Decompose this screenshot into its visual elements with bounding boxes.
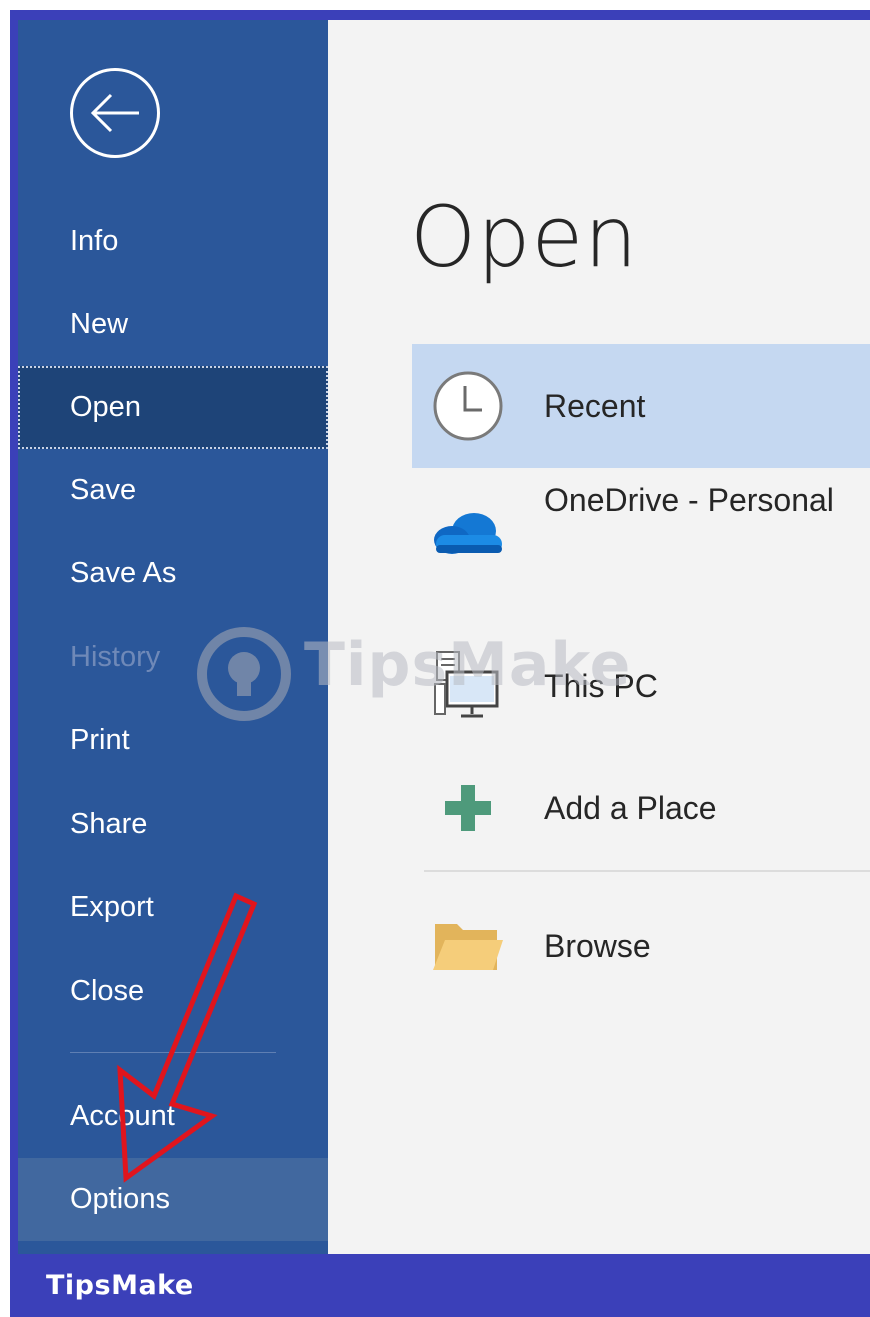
sidebar-item-export[interactable]: Export bbox=[18, 866, 328, 949]
folder-icon bbox=[428, 906, 508, 986]
sidebar-item-label: History bbox=[70, 641, 161, 673]
location-label: This PC bbox=[544, 667, 658, 704]
page-title: Open bbox=[410, 188, 639, 286]
location-label: Recent bbox=[544, 387, 646, 424]
backstage-view: Info New Open Save Save As History Print… bbox=[18, 20, 870, 1254]
plus-icon bbox=[428, 768, 508, 848]
open-pane: Open Recent OneDrive - Personal This PC … bbox=[328, 20, 870, 1254]
sidebar-item-label: Print bbox=[70, 724, 130, 756]
brand-name: TipsMake bbox=[46, 1270, 194, 1301]
sidebar-item-print[interactable]: Print bbox=[18, 699, 328, 782]
location-recent[interactable]: Recent bbox=[412, 344, 870, 468]
sidebar-item-label: Close bbox=[70, 975, 145, 1007]
sidebar-item-info[interactable]: Info bbox=[18, 200, 328, 283]
sidebar-item-new[interactable]: New bbox=[18, 283, 328, 366]
location-this-pc[interactable]: This PC bbox=[412, 624, 870, 748]
sidebar-item-label: Export bbox=[70, 891, 154, 923]
sidebar-item-save-as[interactable]: Save As bbox=[18, 532, 328, 615]
location-label: Add a Place bbox=[544, 789, 717, 826]
sidebar-item-label: Open bbox=[70, 391, 141, 423]
sidebar-item-label: Account bbox=[70, 1100, 175, 1132]
location-onedrive[interactable]: OneDrive - Personal bbox=[412, 470, 870, 594]
clock-icon bbox=[428, 366, 508, 446]
location-add-a-place[interactable]: Add a Place bbox=[412, 746, 870, 870]
onedrive-cloud-icon bbox=[428, 492, 508, 572]
back-button[interactable] bbox=[70, 68, 160, 158]
location-label: Browse bbox=[544, 927, 651, 964]
sidebar-item-save[interactable]: Save bbox=[18, 449, 328, 532]
sidebar-item-label: Share bbox=[70, 808, 148, 840]
sidebar-item-label: Options bbox=[70, 1183, 170, 1215]
locations-divider bbox=[424, 870, 870, 872]
computer-icon bbox=[428, 646, 508, 726]
arrow-left-circle-icon bbox=[90, 93, 139, 133]
sidebar-item-history: History bbox=[18, 616, 328, 699]
sidebar-item-open[interactable]: Open bbox=[18, 366, 328, 449]
sidebar-item-share[interactable]: Share bbox=[18, 783, 328, 866]
sidebar-item-label: Save As bbox=[70, 557, 177, 589]
backstage-sidebar: Info New Open Save Save As History Print… bbox=[18, 20, 328, 1254]
sidebar-item-close[interactable]: Close bbox=[18, 950, 328, 1033]
brand-footer: TipsMake bbox=[10, 1254, 870, 1317]
location-label: OneDrive - Personal bbox=[544, 482, 834, 518]
location-browse[interactable]: Browse bbox=[412, 884, 870, 1008]
sidebar-item-label: Info bbox=[70, 225, 119, 257]
sidebar-item-options[interactable]: Options bbox=[18, 1158, 328, 1241]
sidebar-item-account[interactable]: Account bbox=[18, 1075, 328, 1158]
sidebar-item-label: New bbox=[70, 308, 129, 340]
sidebar-divider bbox=[70, 1052, 276, 1053]
sidebar-item-label: Save bbox=[70, 474, 137, 506]
